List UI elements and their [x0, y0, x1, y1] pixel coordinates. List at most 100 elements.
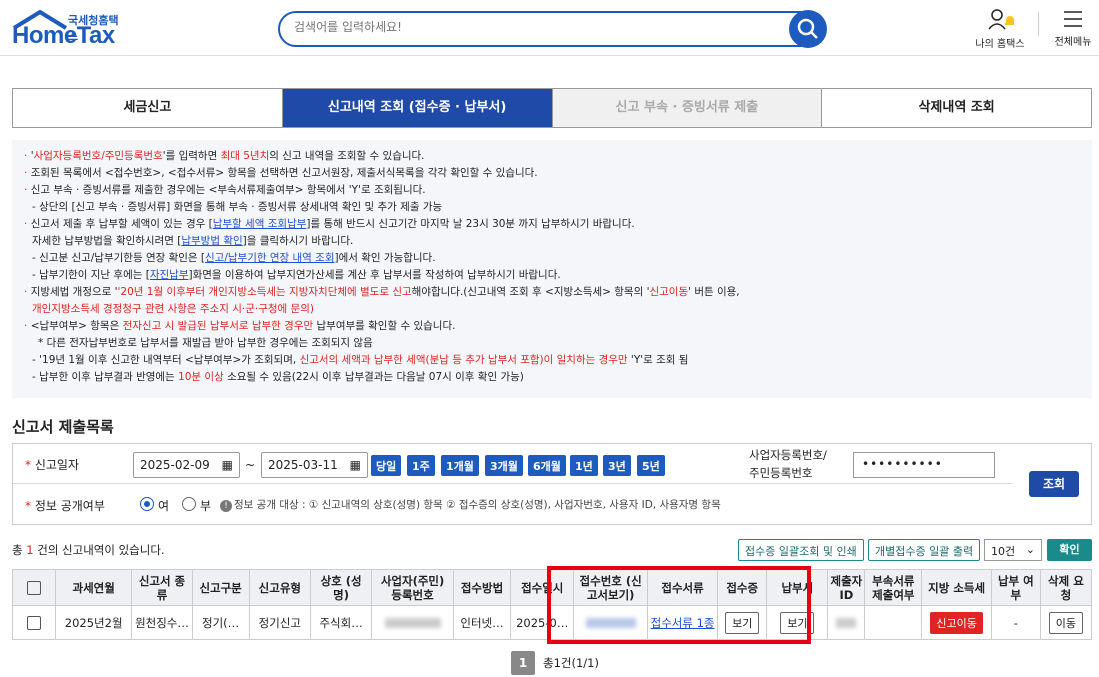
notice-line: - 납부한 이후 납부결과 반영에는 10분 이상 소요될 수 있음(22시 이…	[32, 371, 524, 383]
tab-tax-report[interactable]: 세금신고	[13, 89, 283, 127]
notice-line: · 조회된 목록에서 <접수번호>, <접수서류> 항목을 선택하면 신고서원장…	[24, 167, 538, 179]
period-3y-button[interactable]: 3년	[603, 455, 631, 476]
info-public-label: * 정보 공개여부	[25, 499, 105, 513]
radio-yes[interactable]	[140, 497, 154, 511]
biz-number-input[interactable]: ••••••••••	[853, 452, 995, 478]
tab-report-history[interactable]: 신고내역 조회 (접수증 · 납부서)	[282, 89, 553, 127]
tab-bar: 세금신고 신고내역 조회 (접수증 · 납부서) 신고 부속 · 증빙서류 제출…	[12, 88, 1092, 128]
col-header: 상호 (성명)	[309, 569, 373, 606]
cell-attachment	[864, 605, 923, 640]
confirm-button[interactable]: 확인	[1047, 539, 1092, 561]
header: 국세청홈택스 HomeTax 나의 홈택스 전체메뉴	[0, 0, 1099, 56]
highlight-box	[547, 566, 811, 644]
notice-line: - 상단의 [신고 부속 · 증빙서류] 화면을 통해 부속 · 증빙서류 상세…	[32, 201, 443, 213]
cell-delete: 이동	[1039, 605, 1093, 640]
search-icon	[797, 18, 818, 39]
search-bar	[278, 10, 827, 48]
select-all-checkbox[interactable]	[26, 580, 41, 595]
page-size-select[interactable]: 10건 ⌄	[984, 539, 1042, 561]
period-6m-button[interactable]: 6개월	[528, 455, 566, 476]
col-header: 삭제 요청	[1039, 569, 1093, 606]
cell-submitter-id	[827, 605, 866, 640]
date-separator: ~	[245, 458, 256, 472]
user-bell-icon	[988, 9, 1014, 30]
radio-no[interactable]	[182, 497, 196, 511]
pagination-summary: 총1건(1/1)	[543, 656, 599, 670]
col-header: 접수방법	[452, 569, 512, 606]
col-header: 지방 소득세	[921, 569, 992, 606]
period-1w-button[interactable]: 1주	[407, 455, 435, 476]
link-pay-tax[interactable]: 납부할 세액 조회납부	[213, 218, 307, 230]
radio-no-label: 부	[200, 499, 212, 513]
form-row-date: * 신고일자 2025-02-09 ▦ ~ 2025-03-11 ▦ 당일 1주 1…	[13, 444, 1013, 484]
search-button[interactable]	[789, 10, 827, 48]
col-header: 제출자 ID	[827, 569, 866, 606]
cell-method: 인터넷…	[452, 605, 512, 640]
cell-local-tax: 신고이동	[921, 605, 992, 640]
bulk-print-button[interactable]: 개별접수증 일괄 출력	[868, 539, 981, 561]
period-5y-button[interactable]: 5년	[637, 455, 665, 476]
page-button-current[interactable]: 1	[511, 651, 535, 675]
date-to-input[interactable]: 2025-03-11 ▦	[261, 452, 368, 478]
my-hometax-label: 나의 홈택스	[975, 39, 1025, 50]
local-tax-move-button[interactable]: 신고이동	[930, 611, 983, 634]
delete-move-button[interactable]: 이동	[1048, 611, 1084, 634]
cell-type: 정기신고	[248, 605, 311, 640]
notice-line: 자세한 납부방법을 확인하시려면 [납부방법 확인]을 클릭하시기 바랍니다.	[32, 235, 354, 247]
radio-yes-label: 여	[158, 499, 170, 513]
period-3m-button[interactable]: 3개월	[485, 455, 523, 476]
col-header: 사업자(주민) 등록번호	[371, 569, 454, 606]
tab-deleted-history[interactable]: 삭제내역 조회	[822, 89, 1091, 127]
blurred-value	[384, 618, 441, 628]
notice-line: · 지방세법 개정으로 ''20년 1월 이후부터 개인지방소득세는 지방자치단…	[24, 286, 740, 298]
calendar-icon: ▦	[221, 458, 233, 472]
notice-line: · <납부여부> 항목은 전자신고 시 발급된 납부서로 납부한 경우만 납부여…	[24, 320, 456, 332]
date-label: * 신고일자	[25, 458, 79, 472]
cell-period: 2025년2월	[54, 605, 133, 640]
calendar-icon: ▦	[349, 458, 361, 472]
link-self-pay[interactable]: 자진납부	[150, 269, 189, 281]
col-header: 신고유형	[248, 569, 311, 606]
result-count: 총 1 건의 신고내역이 있습니다.	[12, 543, 165, 557]
cell-paid: -	[990, 605, 1041, 640]
info-description: ! 정보 공개 대상 : ① 신고내역의 상호(성명) 항목 ② 접수증의 상호(…	[220, 497, 721, 512]
section-title: 신고서 제출목록	[12, 418, 114, 436]
form-row-info: * 정보 공개여부 여 부 ! 정보 공개 대상 : ① 신고내역의 상호(성명)…	[13, 485, 1013, 525]
cell-division: 정기(…	[191, 605, 250, 640]
period-1m-button[interactable]: 1개월	[441, 455, 479, 476]
col-header: 신고구분	[191, 569, 250, 606]
full-menu-button[interactable]: 전체메뉴	[1046, 8, 1099, 48]
chevron-down-icon: ⌄	[1025, 543, 1035, 556]
cell-biz-number	[371, 605, 454, 640]
search-input[interactable]	[294, 20, 774, 34]
logo-english-text: HomeTax	[12, 22, 115, 49]
notice-line: · 신고서 제출 후 납부할 세액이 있는 경우 [납부할 세액 조회납부]를 …	[24, 218, 635, 230]
link-extension-history[interactable]: 신고/납부기한 연장 내역 조회	[205, 252, 334, 264]
notice-line: - 신고분 신고/납부기한등 연장 확인은 [신고/납부기한 연장 내역 조회]…	[32, 252, 436, 264]
bulk-receipt-button[interactable]: 접수증 일괄조회 및 인쇄	[738, 539, 864, 561]
link-pay-method[interactable]: 납부방법 확인	[181, 235, 242, 247]
notice-line: · 신고 부속 · 증빙서류를 제출한 경우에는 <부속서류제출여부> 항목에서…	[24, 184, 426, 196]
date-from-input[interactable]: 2025-02-09 ▦	[133, 452, 240, 478]
tab-attachment-submit[interactable]: 신고 부속 · 증빙서류 제출	[552, 89, 823, 127]
hometax-logo[interactable]: 국세청홈택스 HomeTax	[12, 10, 127, 49]
period-today-button[interactable]: 당일	[371, 455, 402, 476]
full-menu-label: 전체메뉴	[1054, 37, 1092, 48]
row-checkbox[interactable]	[26, 615, 41, 630]
biz-number-label: 사업자등록번호/주민등록번호	[749, 448, 827, 480]
search-form: * 신고일자 2025-02-09 ▦ ~ 2025-03-11 ▦ 당일 1주 1…	[12, 443, 1092, 525]
col-header: 과세연월	[54, 569, 133, 606]
my-hometax-button[interactable]: 나의 홈택스	[970, 8, 1030, 50]
notice-line: - '19년 1월 이후 신고한 내역부터 <납부여부>가 조회되며, 신고서의…	[32, 354, 689, 366]
notice-box: · '사업자등록번호/주민등록번호'를 입력하면 최대 5년치의 신고 내역을 …	[12, 140, 1092, 398]
query-button[interactable]: 조회	[1029, 471, 1079, 497]
notice-line: · '사업자등록번호/주민등록번호'를 입력하면 최대 5년치의 신고 내역을 …	[24, 150, 425, 162]
info-icon: !	[220, 500, 232, 512]
col-header: 부속서류 제출여부	[864, 569, 923, 606]
notice-line: 개인지방소득세 경정청구 관련 사항은 주소지 시·군·구청에 문의)	[32, 303, 314, 315]
row-checkbox-cell	[12, 605, 56, 640]
notice-line: - 납부기한이 지난 후에는 [자진납부]화면을 이용하여 납부지연가산세를 계…	[32, 269, 561, 281]
notice-line: * 다른 전자납부번호로 납부서를 재발급 받아 납부한 경우에는 조회되지 않…	[38, 337, 373, 349]
period-1y-button[interactable]: 1년	[570, 455, 598, 476]
hamburger-icon	[1064, 11, 1082, 27]
